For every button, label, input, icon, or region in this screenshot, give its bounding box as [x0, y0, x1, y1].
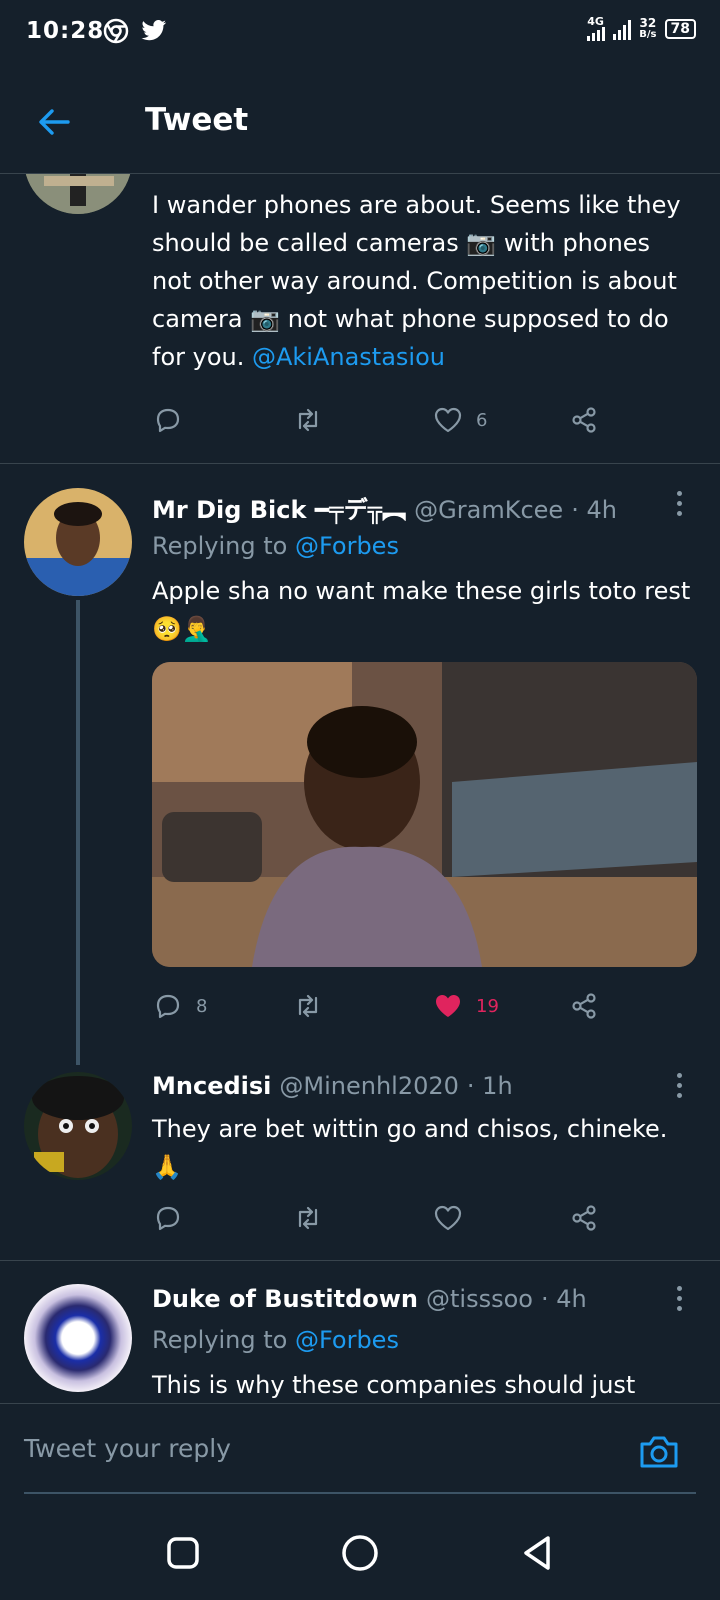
reply-composer: Tweet your reply: [0, 1403, 720, 1503]
replying-to-mention[interactable]: @Forbes: [295, 532, 399, 560]
tweet-header: Mr Dig Bick ━╤デ╦︻ @GramKcee · 4h: [152, 490, 617, 525]
back-arrow-icon[interactable]: [34, 102, 74, 142]
retweet-icon: [298, 994, 318, 1018]
display-name[interactable]: Mncedisi: [152, 1072, 271, 1100]
like-count: 6: [476, 409, 488, 431]
network-type: 4G: [587, 15, 604, 28]
reply-button[interactable]: 8: [152, 990, 207, 1022]
mention-link[interactable]: @AkiAnastasiou: [252, 343, 445, 371]
replying-to: Replying to @Forbes: [152, 532, 399, 560]
more-icon[interactable]: [677, 1286, 683, 1316]
battery-indicator: 78: [664, 18, 696, 39]
clock: 10:28: [26, 18, 105, 44]
divider: [0, 463, 720, 464]
display-name[interactable]: Mr Dig Bick ━╤デ╦︻: [152, 490, 406, 525]
page-title: Tweet: [145, 102, 249, 138]
reply-icon: [156, 1206, 180, 1231]
top-app-bar: Tweet: [0, 64, 720, 174]
camera-icon[interactable]: [638, 1432, 680, 1472]
reply-icon: [156, 408, 180, 433]
network-speed: 32 B/s: [639, 15, 657, 40]
chrome-icon: [103, 18, 129, 44]
share-button[interactable]: [568, 404, 600, 436]
like-button[interactable]: 6: [432, 404, 487, 436]
tweet-actions: 8 19: [152, 990, 622, 1026]
replying-to: Replying to @Forbes: [152, 1326, 399, 1354]
like-button[interactable]: [432, 1202, 464, 1234]
like-count: 19: [476, 995, 499, 1017]
replying-to-mention[interactable]: @Forbes: [295, 1326, 399, 1354]
user-handle[interactable]: @GramKcee: [414, 496, 563, 524]
retweet-button[interactable]: [292, 404, 324, 436]
status-indicators: 4G 32 B/s 78: [587, 16, 696, 41]
tweet-actions: 6: [152, 404, 622, 440]
timestamp: · 4h: [571, 496, 617, 524]
home-icon[interactable]: [340, 1533, 380, 1573]
reply-count: 8: [196, 995, 208, 1017]
retweet-icon: [298, 1206, 318, 1230]
more-icon[interactable]: [677, 1073, 683, 1103]
display-name[interactable]: Duke of Bustitdown: [152, 1285, 418, 1313]
timestamp: · 1h: [466, 1072, 513, 1100]
user-handle[interactable]: @Minenhl2020: [279, 1072, 459, 1100]
tweet-actions: [152, 1202, 622, 1238]
status-bar: 10:28 4G 32 B/s 78: [0, 0, 720, 64]
avatar[interactable]: [24, 1072, 132, 1180]
thread-line: [76, 600, 80, 1065]
retweet-button[interactable]: [292, 1202, 324, 1234]
back-nav-icon[interactable]: [517, 1533, 557, 1573]
share-button[interactable]: [568, 990, 600, 1022]
heart-icon: [436, 995, 460, 1017]
heart-icon: [434, 1205, 462, 1231]
reply-button[interactable]: [152, 1202, 184, 1234]
tweet-text: I wander phones are about. Seems like th…: [152, 191, 681, 371]
share-icon: [572, 1205, 596, 1231]
tweet-header: Duke of Bustitdown @tisssoo · 4h: [152, 1285, 587, 1313]
tweet-text: They are bet wittin go and chisos, chine…: [152, 1115, 668, 1181]
reply-icon: [156, 994, 180, 1019]
timestamp: · 4h: [540, 1285, 587, 1313]
recents-icon[interactable]: [163, 1533, 203, 1573]
system-nav-bar: [0, 1503, 720, 1600]
avatar[interactable]: [24, 488, 132, 596]
tweet-media-image[interactable]: [152, 662, 697, 967]
reply-input[interactable]: Tweet your reply: [24, 1434, 231, 1463]
twitter-icon: [141, 19, 166, 41]
more-icon[interactable]: [677, 491, 683, 521]
user-handle[interactable]: @tisssoo: [426, 1285, 533, 1313]
tweet-header: Mncedisi @Minenhl2020 · 1h: [152, 1072, 513, 1100]
signal-icon: [613, 18, 632, 40]
retweet-icon: [298, 408, 318, 432]
avatar[interactable]: [24, 1284, 132, 1392]
reply-input-underline: [24, 1492, 696, 1494]
share-icon: [572, 407, 596, 433]
like-button[interactable]: 19: [432, 990, 499, 1022]
tweet-text: Apple sha no want make these girls toto …: [152, 577, 691, 643]
heart-icon: [434, 407, 462, 433]
reply-button[interactable]: [152, 404, 184, 436]
tweet-text: This is why these companies should just: [152, 1371, 636, 1399]
retweet-button[interactable]: [292, 990, 324, 1022]
divider: [0, 1260, 720, 1261]
share-icon: [572, 993, 596, 1019]
share-button[interactable]: [568, 1202, 600, 1234]
